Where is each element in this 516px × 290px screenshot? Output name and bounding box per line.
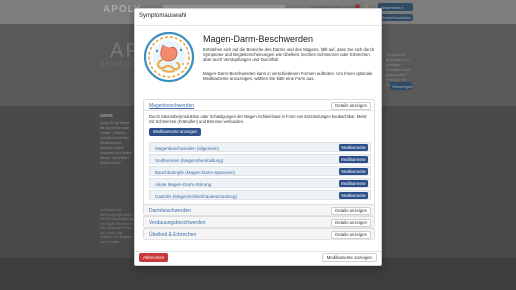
background-hero-button: Hinzufügen xyxy=(390,82,413,90)
list-item: Gastritis (Magenschleimhautentzündung) M… xyxy=(149,190,371,200)
section-magenbeschwerden: Magenbeschwerden Details anzeigen Durch … xyxy=(143,99,375,207)
medications-button[interactable]: Medikamente xyxy=(339,168,368,175)
list-item: Magenbeschwerden (allgemein) Medikamente xyxy=(149,142,371,152)
section-uebelkeit-erbrechen: Übelkeit & Erbrechen Details anzeigen xyxy=(143,228,375,240)
subcategory-link[interactable]: Gastritis (Magenschleimhautentzündung) xyxy=(155,194,237,199)
medications-button[interactable]: Medikamente xyxy=(339,156,368,163)
modal-heading: Magen-Darm-Beschwerden xyxy=(203,34,314,44)
background-upload-button: Rezept hochladen xyxy=(380,14,413,21)
details-button[interactable]: Details anzeigen xyxy=(331,101,371,110)
section-header: Übelkeit & Erbrechen Details anzeigen xyxy=(144,229,374,240)
background-cart-button: Warenkorb 0 xyxy=(378,3,413,11)
section-title-link[interactable]: Darmbeschwerden xyxy=(149,208,191,214)
background-column-title: ÜBER xyxy=(100,113,113,118)
subcategory-link[interactable]: Bauchkrämpfe (Magen-Darm-Spasmen) xyxy=(155,170,235,175)
section-verdauungsbeschwerden: Verdauungsbeschwerden Details anzeigen xyxy=(143,216,375,228)
section-title-link[interactable]: Übelkeit & Erbrechen xyxy=(149,232,196,238)
section-header: Darmbeschwerden Details anzeigen xyxy=(144,205,374,216)
details-button[interactable]: Details anzeigen xyxy=(331,230,371,239)
section-header: Magenbeschwerden Details anzeigen xyxy=(144,100,374,111)
section-header: Verdauungsbeschwerden Details anzeigen xyxy=(144,217,374,228)
modal-footer-divider xyxy=(135,251,381,252)
cancel-button[interactable]: Abbrechen xyxy=(139,253,169,262)
symptom-modal: Symptomauswahl Magen-Darm-Beschwerden En… xyxy=(134,8,382,266)
medications-button[interactable]: Medikamente xyxy=(339,144,368,151)
section-title-link[interactable]: Verdauungsbeschwerden xyxy=(149,220,205,226)
details-button[interactable]: Details anzeigen xyxy=(331,218,371,227)
medications-button[interactable]: Medikamente xyxy=(339,180,368,187)
section-darmbeschwerden: Darmbeschwerden Details anzeigen xyxy=(143,204,375,216)
subcategory-link[interactable]: Sodbrennen (Magensäurebildung) xyxy=(155,158,223,163)
section-title-link[interactable]: Magenbeschwerden xyxy=(149,103,194,109)
subcategory-link[interactable]: Akute Magen-Darm-Störung xyxy=(155,182,211,187)
stomach-illustration-icon xyxy=(143,31,195,83)
modal-title: Symptomauswahl xyxy=(139,13,187,19)
intro-paragraph-2: Magen-Darm-Beschwerden kann in verschied… xyxy=(203,71,373,82)
medications-button[interactable]: Medikamente xyxy=(339,192,368,199)
list-item: Akute Magen-Darm-Störung Medikamente xyxy=(149,178,371,188)
list-item: Sodbrennen (Magensäurebildung) Medikamen… xyxy=(149,154,371,164)
modal-header: Symptomauswahl xyxy=(135,9,381,26)
footer-show-medications-button[interactable]: Medikamente anzeigen xyxy=(321,253,377,262)
section-description: Durch Säureüberproduktion oder Schädigun… xyxy=(149,114,367,124)
details-button[interactable]: Details anzeigen xyxy=(331,206,371,215)
subcategory-link[interactable]: Magenbeschwerden (allgemein) xyxy=(155,146,219,151)
background-column-text: Apoly bringt Ihnen die Apotheke nach Hau… xyxy=(100,121,133,165)
background-footer-text: Zu Risiken und Nebenwirkungen lesen Sie … xyxy=(100,208,136,244)
show-medications-button[interactable]: Medikamente anzeigen xyxy=(149,128,202,136)
intro-paragraph-1: Entstehen sich auf die Bereiche des Darm… xyxy=(203,47,375,63)
list-item: Bauchkrämpfe (Magen-Darm-Spasmen) Medika… xyxy=(149,166,371,176)
